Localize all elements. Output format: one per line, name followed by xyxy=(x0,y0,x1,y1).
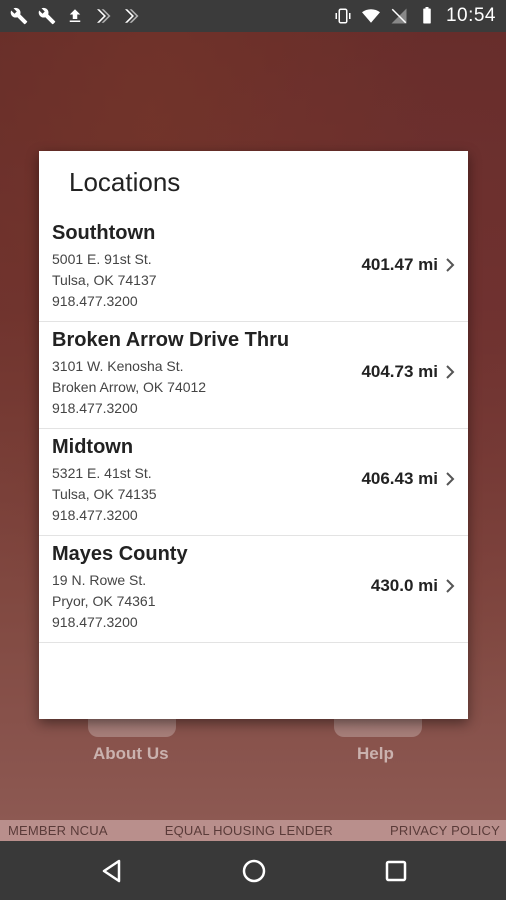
chevron-right-icon xyxy=(446,365,455,379)
location-distance: 430.0 mi xyxy=(370,576,438,595)
locations-dialog: Locations Southtown 5001 E. 91st St. Tul… xyxy=(39,151,468,719)
dialog-title: Locations xyxy=(69,167,181,197)
location-name: Southtown xyxy=(52,222,156,244)
flag-icon xyxy=(97,9,111,23)
back-icon[interactable] xyxy=(97,856,127,886)
location-city: Tulsa, OK 74137 xyxy=(52,272,157,288)
wrench-icon xyxy=(38,7,56,25)
location-street: 19 N. Rowe St. xyxy=(52,572,147,588)
location-item-southtown[interactable]: Southtown 5001 E. 91st St. Tulsa, OK 741… xyxy=(39,215,468,322)
equal-housing-link[interactable]: EQUAL HOUSING LENDER xyxy=(165,823,333,838)
notification-icons xyxy=(10,7,140,25)
clock: 10:54 xyxy=(445,5,496,26)
location-city: Broken Arrow, OK 74012 xyxy=(52,379,207,395)
location-item-mayes-county[interactable]: Mayes County 19 N. Rowe St. Pryor, OK 74… xyxy=(39,536,468,643)
location-name: Midtown xyxy=(52,436,134,458)
footer-links: MEMBER NCUA EQUAL HOUSING LENDER PRIVACY… xyxy=(0,820,506,841)
system-icons: 10:54 xyxy=(334,5,496,27)
signal-off-icon xyxy=(391,8,407,24)
location-distance: 406.43 mi xyxy=(361,469,438,488)
about-us-label[interactable]: About Us xyxy=(93,744,169,764)
location-city: Tulsa, OK 74135 xyxy=(52,486,157,502)
upload-icon xyxy=(69,9,81,22)
wrench-icon xyxy=(10,7,28,25)
location-distance: 404.73 mi xyxy=(361,362,438,381)
location-street: 5001 E. 91st St. xyxy=(52,251,152,267)
location-city: Pryor, OK 74361 xyxy=(52,593,156,609)
locations-list: Southtown 5001 E. 91st St. Tulsa, OK 741… xyxy=(39,215,468,643)
location-item-midtown[interactable]: Midtown 5321 E. 41st St. Tulsa, OK 74135… xyxy=(39,429,468,536)
help-label[interactable]: Help xyxy=(357,744,394,764)
location-name: Broken Arrow Drive Thru xyxy=(52,329,290,351)
vibrate-icon xyxy=(335,8,351,24)
location-item-broken-arrow[interactable]: Broken Arrow Drive Thru 3101 W. Kenosha … xyxy=(39,322,468,429)
home-icon[interactable] xyxy=(239,856,269,886)
wifi-icon xyxy=(361,9,380,23)
location-distance: 401.47 mi xyxy=(361,255,438,274)
location-phone: 918.477.3200 xyxy=(52,293,138,309)
privacy-policy-link[interactable]: PRIVACY POLICY xyxy=(390,823,500,838)
location-street: 3101 W. Kenosha St. xyxy=(52,358,184,374)
location-street: 5321 E. 41st St. xyxy=(52,465,152,481)
help-tile[interactable] xyxy=(334,719,422,737)
status-bar: 10:54 xyxy=(0,0,506,32)
chevron-right-icon xyxy=(446,258,455,272)
battery-icon xyxy=(423,7,431,24)
chevron-right-icon xyxy=(446,579,455,593)
chevron-right-icon xyxy=(446,472,455,486)
flag-icon xyxy=(125,9,139,23)
member-ncua-link[interactable]: MEMBER NCUA xyxy=(8,823,108,838)
location-name: Mayes County xyxy=(52,543,188,565)
navigation-bar xyxy=(0,841,506,900)
about-us-tile[interactable] xyxy=(88,719,176,737)
location-phone: 918.477.3200 xyxy=(52,507,138,523)
location-phone: 918.477.3200 xyxy=(52,614,138,630)
recents-icon[interactable] xyxy=(381,856,411,886)
location-phone: 918.477.3200 xyxy=(52,400,138,416)
